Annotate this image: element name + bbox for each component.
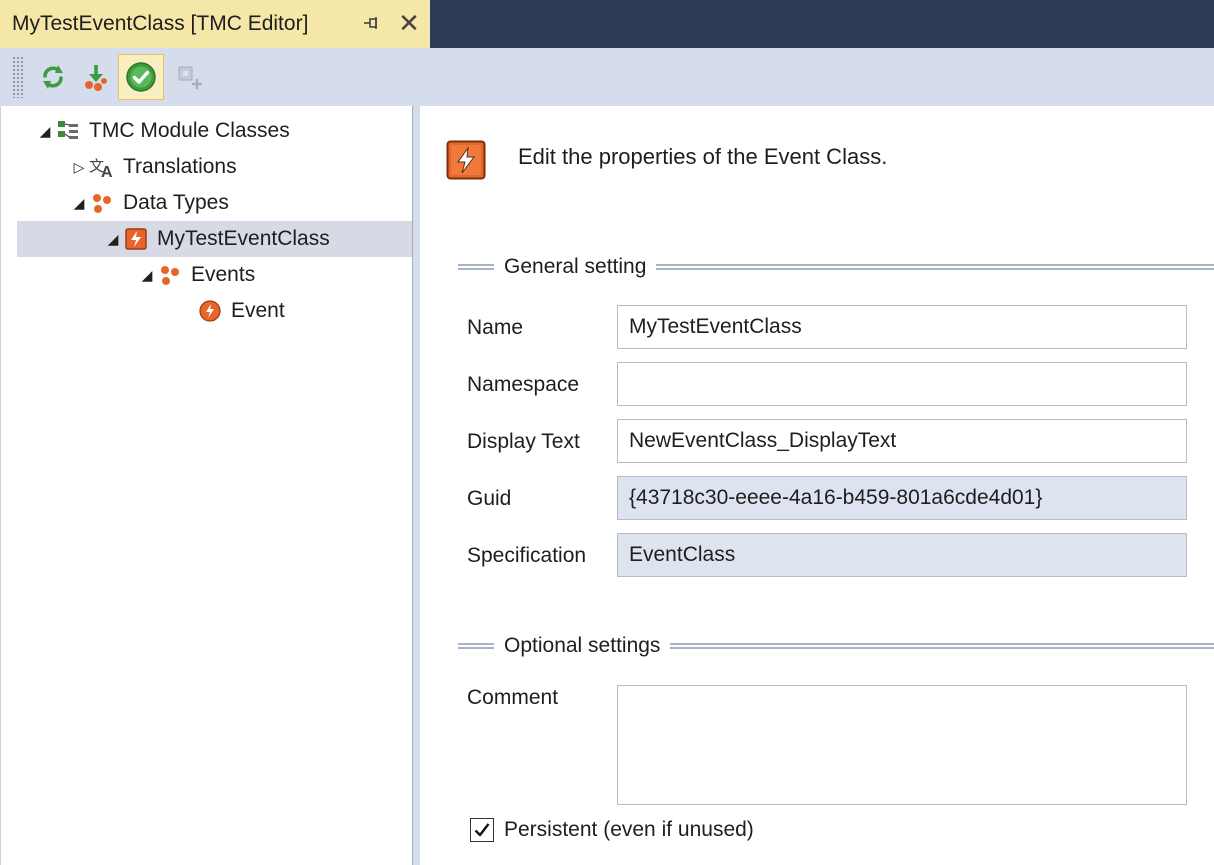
section-rule [656,264,1214,270]
check-button[interactable] [118,54,164,100]
expanded-arrow-icon[interactable]: ◢ [137,265,157,285]
section-rule [458,643,494,649]
download-icon [85,65,107,91]
guid-label: Guid [467,487,512,510]
tree-item-translations[interactable]: ▷ 文 A Translations [69,149,237,185]
persistent-label: Persistent (even if unused) [504,818,754,841]
tree-item-label: MyTestEventClass [157,227,330,250]
persistent-option[interactable]: Persistent (even if unused) [470,818,754,842]
translations-icon: 文 A [89,154,115,180]
refresh-icon [43,65,63,89]
add-module-button[interactable] [166,54,212,100]
event-class-header-icon [446,140,486,180]
refresh-button[interactable] [30,54,76,100]
data-types-icon [89,190,115,216]
tree-item-label: Events [191,263,256,286]
name-label: Name [467,316,524,339]
module-classes-icon [55,118,81,144]
specification-label: Specification [467,544,587,567]
expanded-arrow-icon[interactable]: ◢ [35,121,55,141]
tree-item-events[interactable]: ◢ Events [137,257,256,293]
specification-field[interactable] [617,533,1187,577]
section-title: General setting [504,255,647,278]
namespace-label: Namespace [467,373,580,396]
tree-item-event[interactable]: Event [177,293,285,329]
collapsed-arrow-icon[interactable]: ▷ [69,157,89,177]
svg-text:A: A [101,164,113,179]
expanded-arrow-icon[interactable]: ◢ [103,229,123,249]
event-icon [197,298,223,324]
section-title: Optional settings [504,634,661,657]
tree-item-module-classes[interactable]: ◢ TMC Module Classes [35,113,290,149]
comment-field[interactable] [617,685,1187,805]
tree-item-label: TMC Module Classes [89,119,290,142]
event-class-icon [123,226,149,252]
tree-item-label: Data Types [123,191,229,214]
add-module-icon [178,66,202,89]
page-description: Edit the properties of the Event Class. [518,144,888,169]
comment-label: Comment [467,686,559,709]
section-rule [670,643,1214,649]
check-icon [126,62,156,92]
events-icon [157,262,183,288]
checkmark-icon [474,823,490,837]
section-rule [458,264,494,270]
close-icon[interactable]: ✕ [397,10,421,36]
display-text-field[interactable] [617,419,1187,463]
general-setting-header: General setting [458,252,1214,282]
tree-item-data-types[interactable]: ◢ Data Types [69,185,229,221]
tree-item-label: Event [231,299,285,322]
tree-item-mytesteventclass[interactable]: ◢ MyTestEventClass [17,221,413,257]
guid-field[interactable] [617,476,1187,520]
optional-settings-header: Optional settings [458,631,1214,661]
persistent-checkbox[interactable] [470,818,494,842]
display-text-label: Display Text [467,430,580,453]
expanded-arrow-icon[interactable]: ◢ [69,193,89,213]
name-field[interactable] [617,305,1187,349]
toolbar-grip[interactable] [12,56,24,98]
tab-title: MyTestEventClass [TMC Editor] [12,12,309,35]
namespace-field[interactable] [617,362,1187,406]
panel-splitter[interactable] [412,106,420,865]
tree-panel: ◢ TMC Module Classes ▷ 文 A Translations … [0,106,413,865]
download-button[interactable] [72,54,118,100]
tree-item-label: Translations [123,155,237,178]
pin-icon[interactable] [362,14,380,32]
